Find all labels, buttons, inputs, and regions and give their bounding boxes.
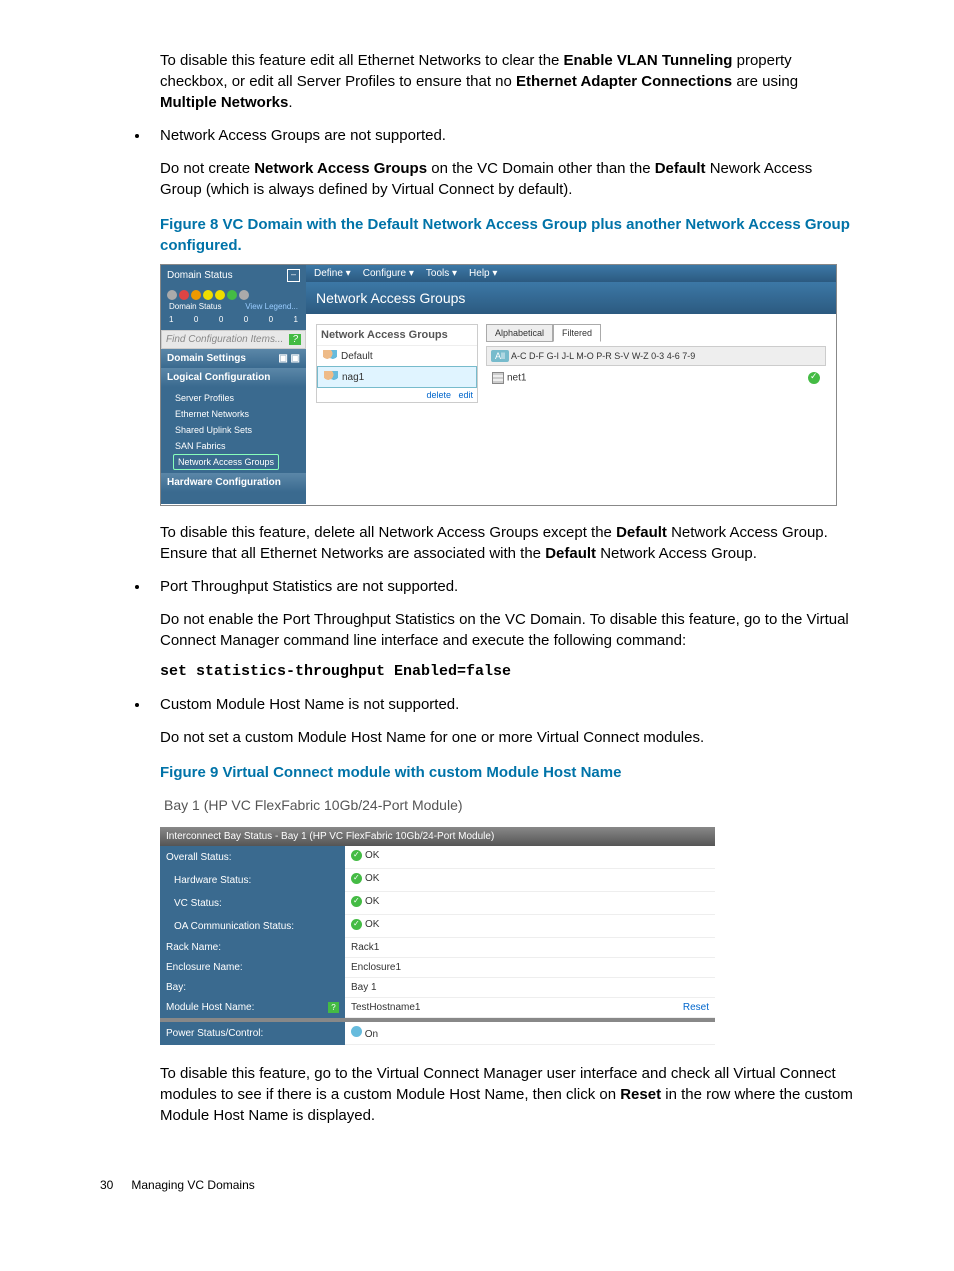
tab-alphabetical[interactable]: Alphabetical xyxy=(486,324,553,342)
command-text: set statistics-throughput Enabled=false xyxy=(100,663,854,680)
ok-icon xyxy=(351,896,362,907)
menubar[interactable]: Define ▾Configure ▾Tools ▾Help ▾ xyxy=(306,265,836,282)
row-vc-status: VC Status: xyxy=(160,892,345,915)
help-icon[interactable]: ? xyxy=(328,1002,339,1013)
paragraph-custom-module: Do not set a custom Module Host Name for… xyxy=(100,727,854,748)
row-power-status: Power Status/Control: xyxy=(160,1022,345,1045)
ok-icon xyxy=(808,372,820,384)
row-overall-status: Overall Status: xyxy=(160,846,345,869)
logical-config-section[interactable]: Logical Configuration xyxy=(161,368,306,387)
row-oa-status: OA Communication Status: xyxy=(160,915,345,938)
edit-link[interactable]: edit xyxy=(458,390,473,400)
figure-9-caption: Figure 9 Virtual Connect module with cus… xyxy=(100,762,854,783)
sidebar-item-server-profiles[interactable]: Server Profiles xyxy=(173,390,306,406)
delete-link[interactable]: delete xyxy=(426,390,451,400)
hardware-config-section[interactable]: Hardware Configuration xyxy=(161,473,306,492)
tree-item-nag1[interactable]: nag1 xyxy=(317,366,477,388)
sidebar-item-ethernet-networks[interactable]: Ethernet Networks xyxy=(173,406,306,422)
page-title: Network Access Groups xyxy=(306,282,836,314)
paragraph-port-throughput: Do not enable the Port Throughput Statis… xyxy=(100,609,854,651)
row-rack-name: Rack Name: xyxy=(160,938,345,958)
sidebar-item-san-fabrics[interactable]: SAN Fabrics xyxy=(173,438,306,454)
collapse-icon[interactable]: – xyxy=(287,269,300,282)
status-dot-icon xyxy=(179,290,189,300)
paragraph-nag: Do not create Network Access Groups on t… xyxy=(100,158,854,200)
bullet-port-throughput: Port Throughput Statistics are not suppo… xyxy=(150,576,854,597)
domain-settings-section[interactable]: Domain Settings▣ ▣ xyxy=(161,349,306,368)
group-icon xyxy=(324,371,338,383)
network-row-net1[interactable]: net1 xyxy=(486,366,826,390)
sidebar-item-network-access-groups[interactable]: Network Access Groups xyxy=(173,454,279,470)
row-hardware-status: Hardware Status: xyxy=(160,869,345,892)
status-dot-icon xyxy=(239,290,249,300)
status-dot-icon xyxy=(167,290,177,300)
find-config-input[interactable]: Find Configuration Items...? xyxy=(161,330,306,349)
view-legend-link[interactable]: View Legend... xyxy=(245,302,298,311)
ok-icon xyxy=(351,850,362,861)
ok-icon xyxy=(351,919,362,930)
tree-item-default[interactable]: Default xyxy=(317,345,477,366)
group-icon xyxy=(323,350,337,362)
filter-bar[interactable]: All A-C D-F G-I J-L M-O P-R S-V W-Z 0-3 … xyxy=(486,346,826,366)
figure-8: Domain Status – Domain StatusView Legend… xyxy=(160,264,837,506)
status-dot-icon xyxy=(215,290,225,300)
module-title: Bay 1 (HP VC FlexFabric 10Gb/24-Port Mod… xyxy=(160,791,715,827)
sidebar-item-shared-uplink[interactable]: Shared Uplink Sets xyxy=(173,422,306,438)
row-bay: Bay: xyxy=(160,978,345,998)
tab-filtered[interactable]: Filtered xyxy=(553,324,601,342)
rack-icon xyxy=(492,372,504,384)
status-dot-icon xyxy=(191,290,201,300)
domain-status-header: Domain Status – xyxy=(161,265,306,286)
row-module-host-name: Module Host Name:? xyxy=(160,998,345,1018)
bullet-custom-module: Custom Module Host Name is not supported… xyxy=(150,694,854,715)
power-on-icon xyxy=(351,1026,362,1037)
ok-icon xyxy=(351,873,362,884)
status-dot-icon xyxy=(203,290,213,300)
table-header: Interconnect Bay Status - Bay 1 (HP VC F… xyxy=(160,827,715,846)
bullet-nag: Network Access Groups are not supported. xyxy=(150,125,854,146)
figure-8-caption: Figure 8 VC Domain with the Default Netw… xyxy=(100,214,854,256)
reset-button[interactable]: Reset xyxy=(683,1002,709,1013)
tree-title: Network Access Groups xyxy=(317,325,477,345)
page-footer: 30Managing VC Domains xyxy=(100,1138,854,1192)
paragraph-vlan: To disable this feature edit all Etherne… xyxy=(100,50,854,113)
figure-9: Bay 1 (HP VC FlexFabric 10Gb/24-Port Mod… xyxy=(160,791,715,1045)
paragraph-disable-nag: To disable this feature, delete all Netw… xyxy=(100,522,854,564)
paragraph-reset: To disable this feature, go to the Virtu… xyxy=(100,1063,854,1126)
row-enclosure-name: Enclosure Name: xyxy=(160,958,345,978)
status-dot-icon xyxy=(227,290,237,300)
